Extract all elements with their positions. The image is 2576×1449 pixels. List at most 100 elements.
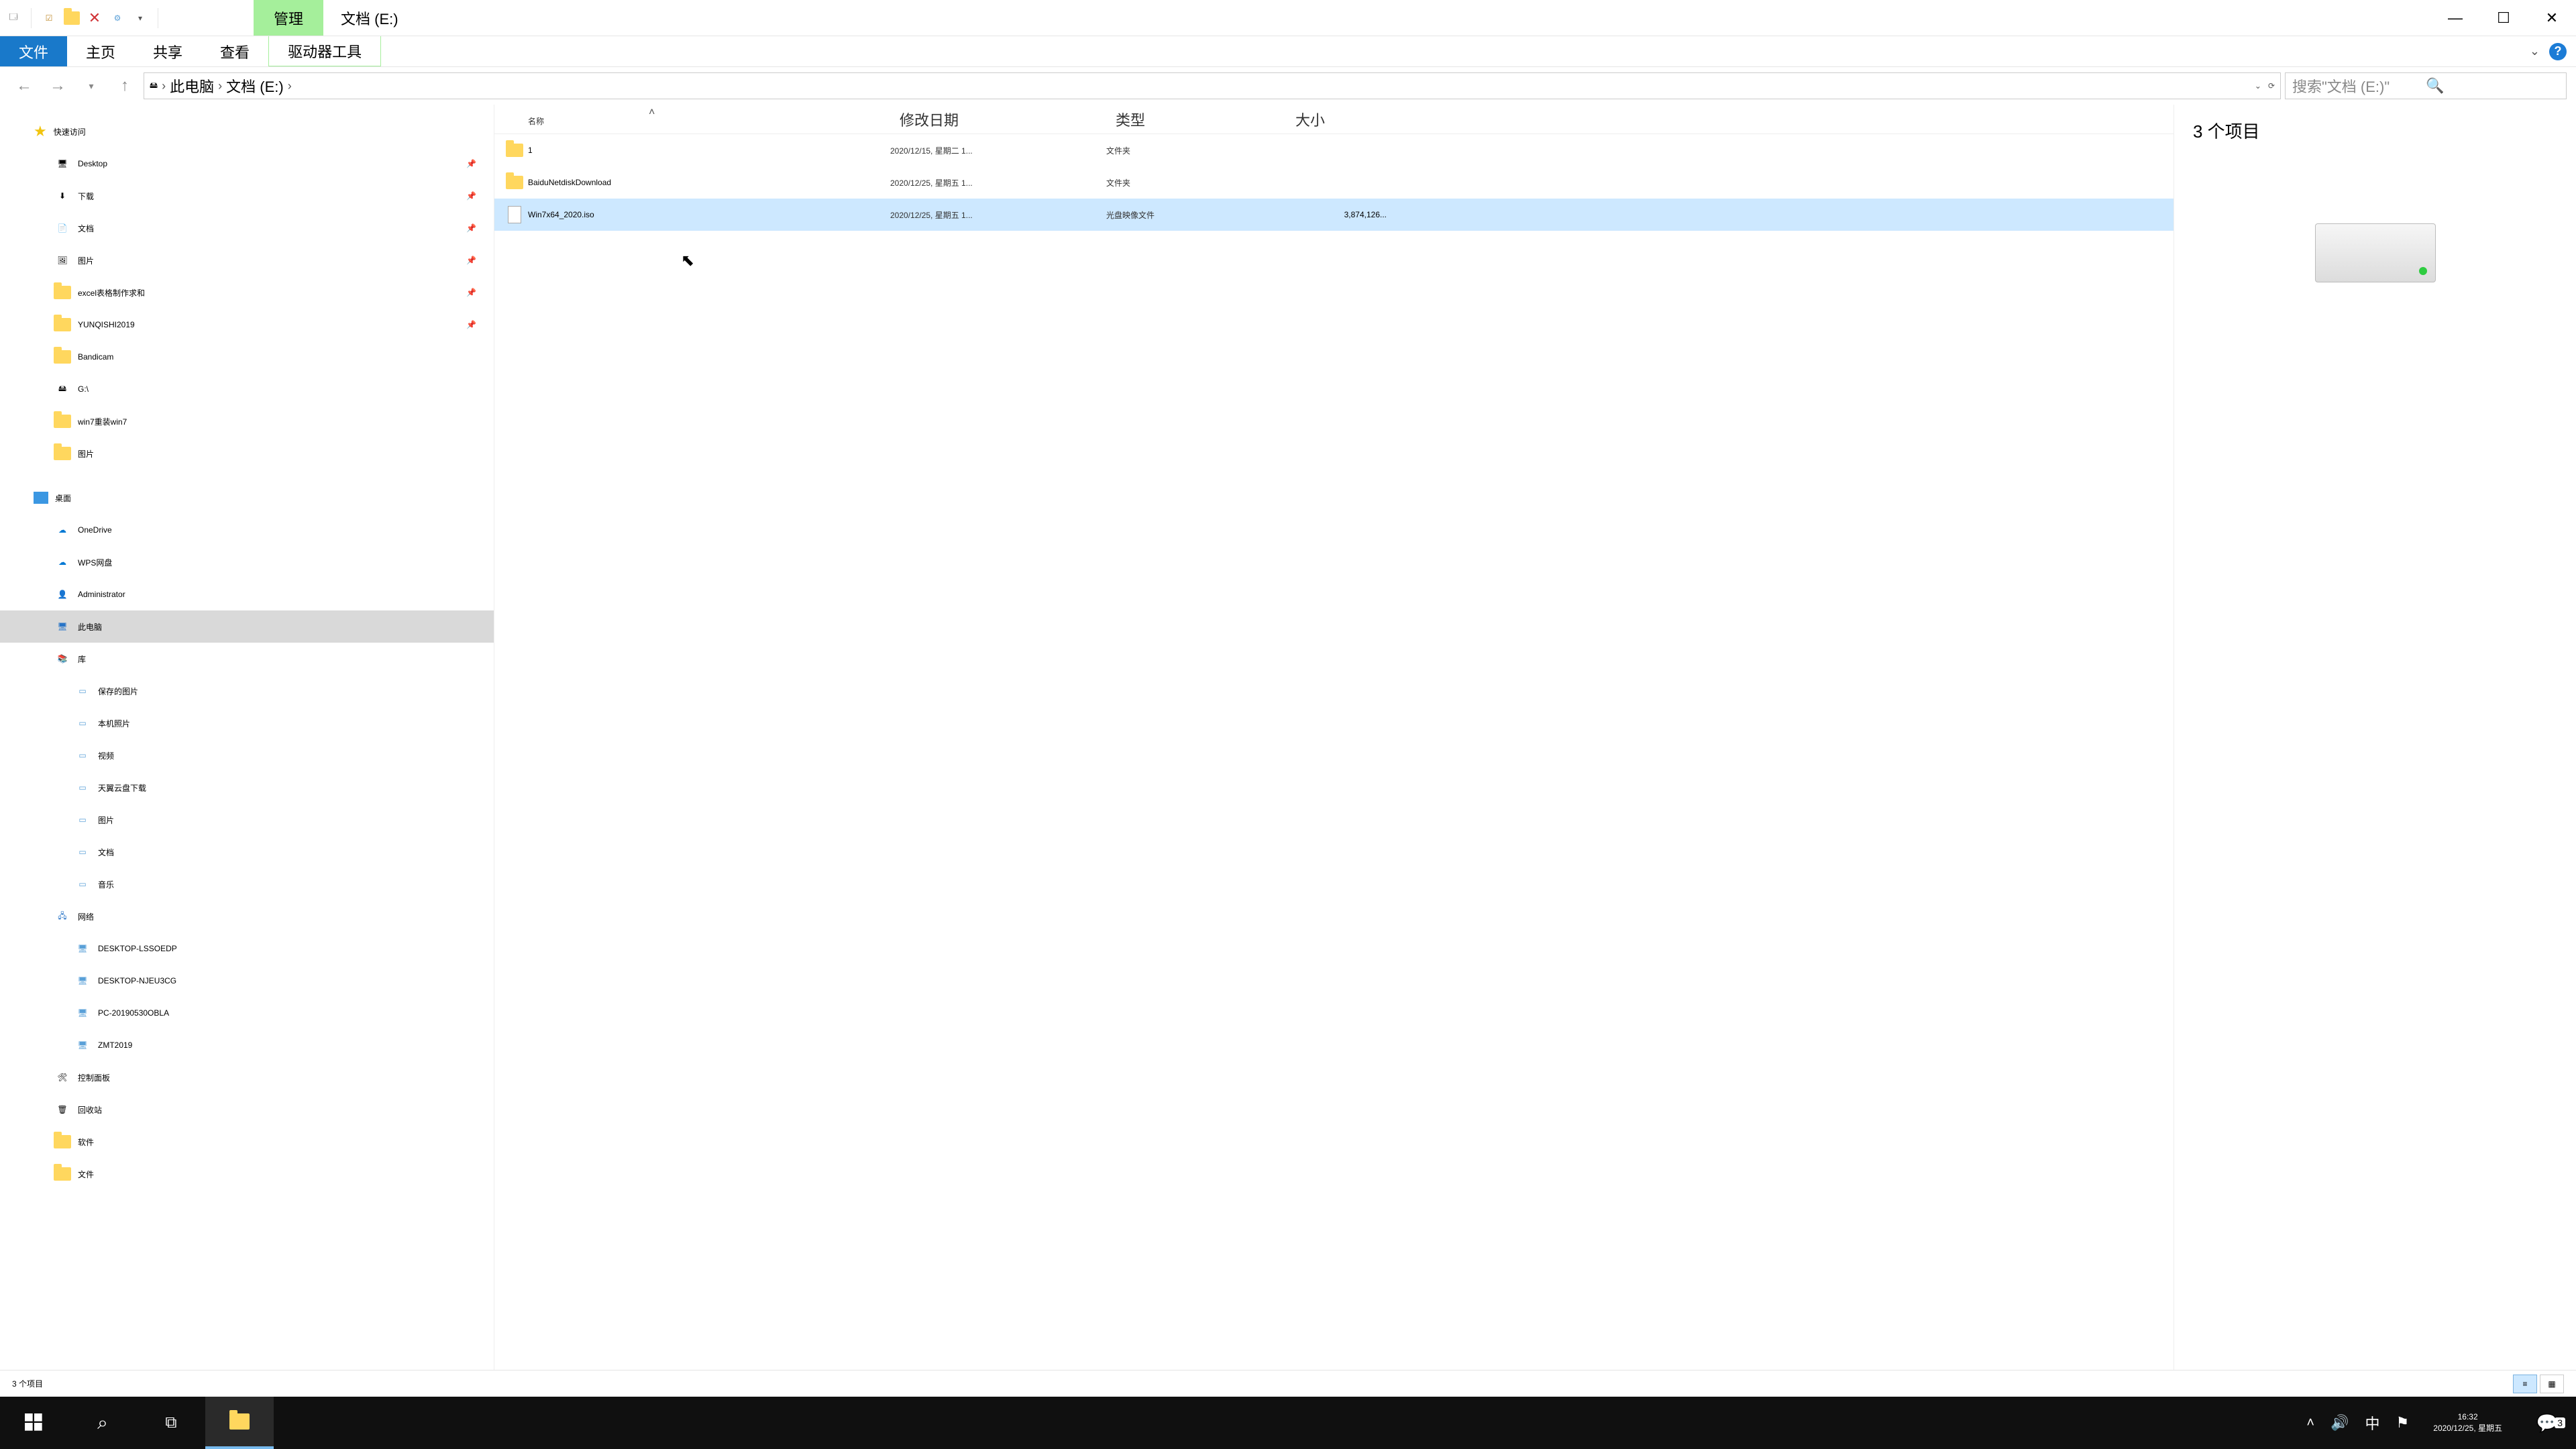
nav-library-item[interactable]: ▭文档 — [0, 836, 494, 868]
nav-library-item[interactable]: ▭音乐 — [0, 868, 494, 900]
nav-user[interactable]: 👤 Administrator — [0, 578, 494, 610]
ime-indicator[interactable]: 中 — [2365, 1412, 2380, 1434]
column-header-type[interactable]: 类型 — [1106, 109, 1286, 130]
nav-quick-item[interactable]: YUNQISHI2019📌 — [0, 309, 494, 341]
nav-up-button[interactable]: ↑ — [110, 71, 140, 101]
qat-dropdown-icon[interactable]: ▾ — [132, 10, 148, 26]
nav-recycle[interactable]: 🗑 回收站 — [0, 1093, 494, 1126]
nav-quick-item[interactable]: win7重装win7 — [0, 405, 494, 437]
task-view-button[interactable]: ⧉ — [137, 1397, 205, 1449]
column-header-size[interactable]: 大小 — [1286, 109, 1400, 130]
nav-quick-item[interactable]: 🖴G:\ — [0, 373, 494, 405]
nav-library-item[interactable]: ▭保存的图片 — [0, 675, 494, 707]
qat-delete-icon[interactable]: ✕ — [87, 10, 103, 26]
nav-label: 下载 — [78, 191, 94, 202]
nav-item-icon — [54, 348, 71, 366]
nav-label: 网络 — [78, 911, 94, 922]
ribbon-tab-file[interactable]: 文件 — [0, 36, 67, 66]
pc-icon: 🖥 — [54, 618, 71, 635]
search-icon[interactable]: 🔍 — [2426, 77, 2559, 95]
ribbon-tab-home[interactable]: 主页 — [67, 36, 134, 66]
file-row[interactable]: 12020/12/15, 星期二 1...文件夹 — [494, 134, 2174, 166]
ribbon-tab-share[interactable]: 共享 — [134, 36, 201, 66]
qat-new-folder-icon[interactable] — [64, 10, 80, 26]
tray-overflow-icon[interactable]: ˄ — [2306, 1415, 2314, 1431]
folder-icon — [501, 176, 528, 189]
search-button[interactable]: ⌕ — [68, 1397, 137, 1449]
nav-onedrive[interactable]: ☁ OneDrive — [0, 514, 494, 546]
view-thumbnails-button[interactable]: ▦ — [2540, 1375, 2564, 1393]
qat-properties-icon[interactable]: ☑ — [41, 10, 57, 26]
breadcrumb-this-pc[interactable]: 此电脑 — [170, 75, 214, 97]
nav-quick-item[interactable]: 🖼图片📌 — [0, 244, 494, 276]
column-header-name[interactable]: 名称 ˄ — [494, 111, 890, 128]
nav-network[interactable]: 🖧 网络 — [0, 900, 494, 932]
column-header-date[interactable]: 修改日期 — [890, 109, 1106, 130]
file-row[interactable]: Win7x64_2020.iso2020/12/25, 星期五 1...光盘映像… — [494, 199, 2174, 231]
ribbon-tab-drive-tools[interactable]: 驱动器工具 — [268, 36, 381, 66]
nav-quick-item[interactable]: excel表格制作求和📌 — [0, 276, 494, 309]
nav-library-item[interactable]: ▭图片 — [0, 804, 494, 836]
nav-network-item[interactable]: 🖥PC-20190530OBLA — [0, 997, 494, 1029]
nav-label: 库 — [78, 653, 86, 665]
library-item-icon: ▭ — [74, 811, 91, 828]
nav-libraries[interactable]: 📚 库 — [0, 643, 494, 675]
nav-library-item[interactable]: ▭本机照片 — [0, 707, 494, 739]
nav-quick-item[interactable]: 图片 — [0, 437, 494, 470]
nav-quick-access[interactable]: ★ 快速访问 — [0, 115, 494, 148]
nav-wps[interactable]: ☁ WPS网盘 — [0, 546, 494, 578]
help-icon[interactable]: ? — [2549, 43, 2567, 60]
nav-label: DESKTOP-NJEU3CG — [98, 976, 176, 985]
nav-network-item[interactable]: 🖥ZMT2019 — [0, 1029, 494, 1061]
nav-quick-item[interactable]: 📄文档📌 — [0, 212, 494, 244]
star-icon: ★ — [34, 123, 47, 140]
pin-icon: 📌 — [466, 191, 476, 201]
nav-item-icon: 🖼 — [54, 252, 71, 269]
ribbon-tab-view[interactable]: 查看 — [201, 36, 268, 66]
clock-time: 16:32 — [2433, 1411, 2502, 1423]
nav-label: excel表格制作求和 — [78, 287, 145, 299]
nav-label: 本机照片 — [98, 718, 130, 729]
close-button[interactable]: ✕ — [2528, 0, 2576, 36]
start-button[interactable] — [0, 1397, 68, 1449]
nav-item-icon: 🖥 — [54, 155, 71, 172]
volume-icon[interactable]: 🔊 — [2330, 1414, 2349, 1432]
taskbar-explorer[interactable] — [205, 1397, 274, 1449]
nav-quick-item[interactable]: 🖥Desktop📌 — [0, 148, 494, 180]
action-center-button[interactable]: 💬 3 — [2526, 1413, 2568, 1434]
chevron-right-icon[interactable]: › — [288, 79, 292, 93]
ribbon-expand-icon[interactable]: ⌄ — [2530, 44, 2540, 58]
nav-library-item[interactable]: ▭天翼云盘下载 — [0, 771, 494, 804]
minimize-button[interactable]: — — [2431, 0, 2479, 36]
chevron-right-icon[interactable]: › — [218, 79, 222, 93]
file-row[interactable]: BaiduNetdiskDownload2020/12/25, 星期五 1...… — [494, 166, 2174, 199]
nav-forward-button[interactable]: → — [43, 71, 72, 101]
ribbon-context-tab[interactable]: 管理 — [254, 0, 323, 36]
nav-quick-item[interactable]: ⬇下载📌 — [0, 180, 494, 212]
qat-settings-icon[interactable]: ⚙ — [109, 10, 125, 26]
nav-control-panel[interactable]: 🛠 控制面板 — [0, 1061, 494, 1093]
security-icon[interactable]: ⚑ — [2396, 1414, 2410, 1432]
taskbar: ⌕ ⧉ ˄ 🔊 中 ⚑ 16:32 2020/12/25, 星期五 💬 3 — [0, 1397, 2576, 1449]
search-input[interactable]: 搜索"文档 (E:)" 🔍 — [2285, 72, 2567, 99]
nav-desktop[interactable]: 桌面 — [0, 482, 494, 514]
nav-software[interactable]: 软件 — [0, 1126, 494, 1158]
nav-this-pc[interactable]: 🖥 此电脑 — [0, 610, 494, 643]
refresh-icon[interactable]: ⟳ — [2268, 81, 2275, 91]
taskbar-clock[interactable]: 16:32 2020/12/25, 星期五 — [2425, 1411, 2510, 1434]
nav-back-button[interactable]: ← — [9, 71, 39, 101]
maximize-button[interactable]: ☐ — [2479, 0, 2528, 36]
address-dropdown-icon[interactable]: ⌄ — [2255, 81, 2261, 91]
view-details-button[interactable]: ≡ — [2513, 1375, 2537, 1393]
nav-history-dropdown[interactable]: ▾ — [76, 71, 106, 101]
nav-network-item[interactable]: 🖥DESKTOP-LSSOEDP — [0, 932, 494, 965]
breadcrumb-drive[interactable]: 文档 (E:) — [226, 75, 284, 97]
address-box[interactable]: 🖴 › 此电脑 › 文档 (E:) › ⌄ ⟳ — [144, 72, 2281, 99]
chevron-right-icon[interactable]: › — [162, 79, 166, 93]
nav-quick-item[interactable]: Bandicam — [0, 341, 494, 373]
nav-library-item[interactable]: ▭视频 — [0, 739, 494, 771]
nav-network-item[interactable]: 🖥 DESKTOP-NJEU3CG — [0, 965, 494, 997]
pin-icon: 📌 — [466, 223, 476, 233]
computer-icon: 🖥 — [74, 972, 91, 989]
nav-files[interactable]: 文件 — [0, 1158, 494, 1190]
